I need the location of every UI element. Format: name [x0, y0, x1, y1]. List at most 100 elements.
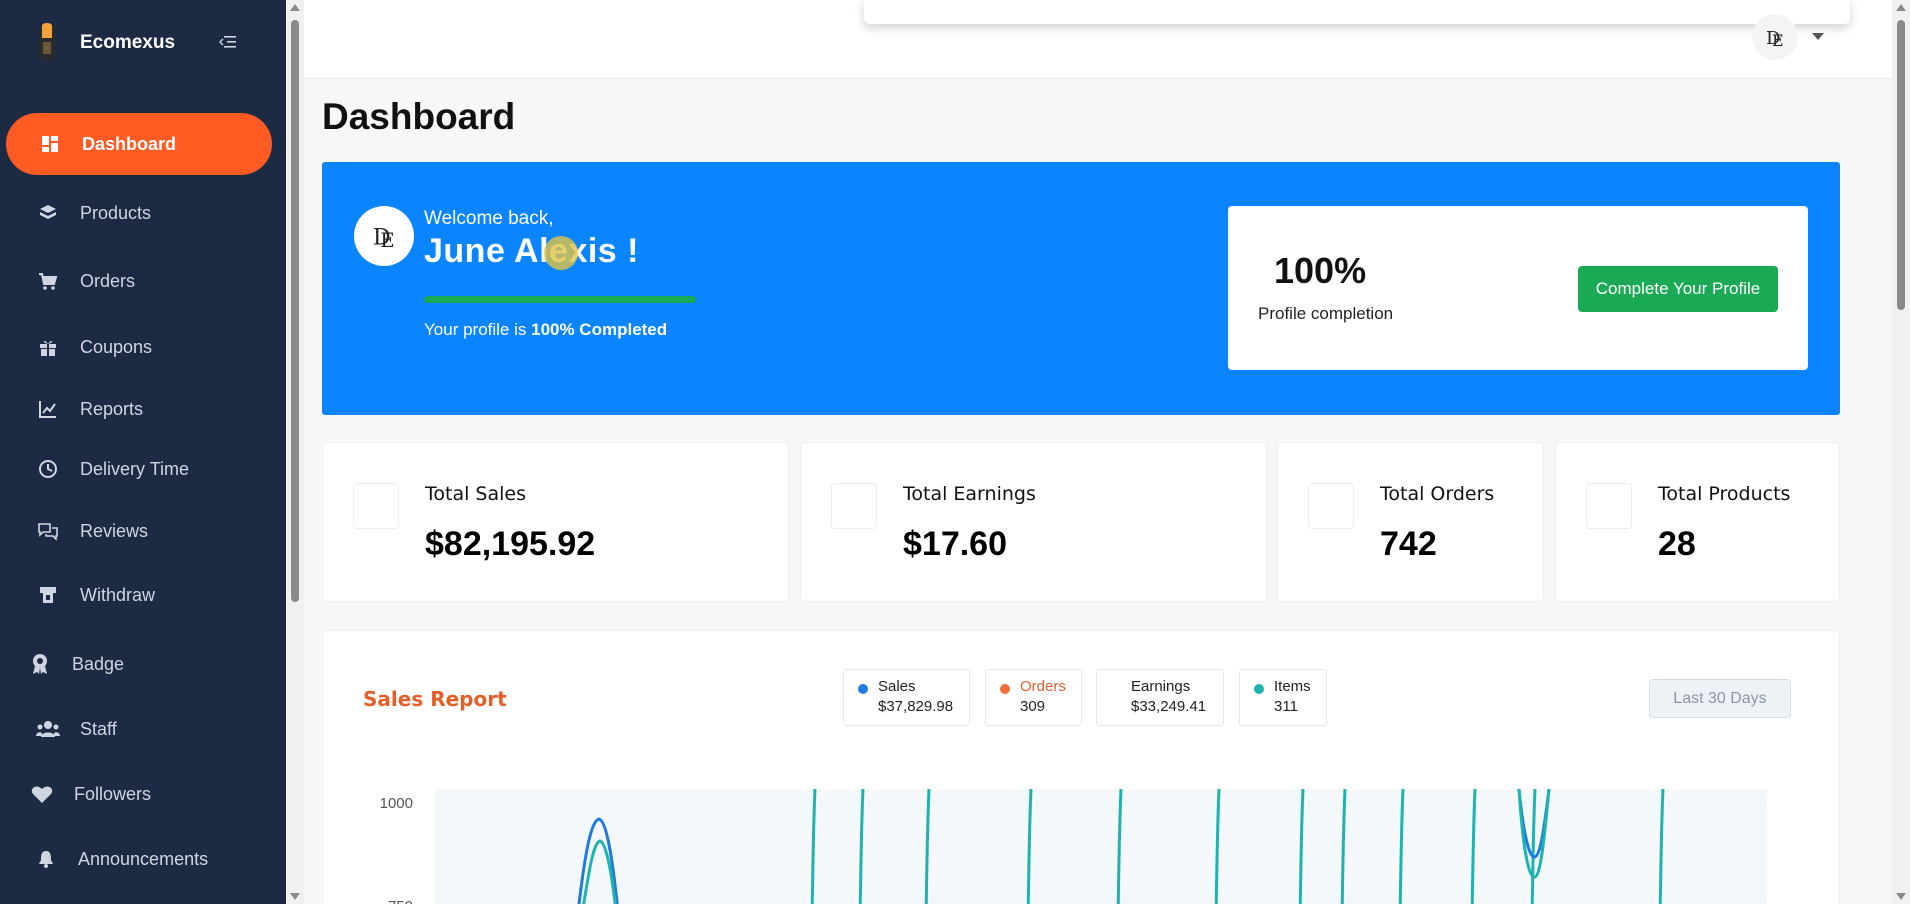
legend-sales[interactable]: Sales $37,829.98 [843, 669, 970, 726]
brand-logo-icon [39, 23, 55, 60]
date-range-button[interactable]: Last 30 Days [1649, 679, 1791, 718]
legend-value: $33,249.41 [1131, 698, 1207, 715]
stat-value: $17.60 [903, 525, 1007, 563]
profile-progress-bar [424, 296, 696, 303]
products-icon [1586, 483, 1632, 529]
profile-completion-card: 100% Profile completion Complete Your Pr… [1228, 206, 1808, 370]
sidebar-item-label: Products [80, 202, 152, 223]
scrollbar-thumb[interactable] [1897, 20, 1905, 310]
sidebar-item-badge[interactable]: Badge [6, 633, 272, 695]
profile-status-prefix: Your profile is [424, 320, 527, 339]
welcome-banner: D E Welcome back, June Alexis ! Your pro… [322, 162, 1840, 415]
stat-label: Total Orders [1380, 483, 1495, 505]
user-monogram-icon: D E [373, 225, 395, 252]
sales-icon [353, 483, 399, 529]
sidebar-item-label: Reports [80, 398, 144, 419]
mouse-cursor-highlight [544, 236, 578, 270]
profile-status: Your profile is 100% Completed [424, 320, 667, 340]
report-title: Sales Report [363, 687, 507, 711]
sidebar-scrollbar[interactable] [286, 0, 304, 904]
profile-avatar: D E [354, 206, 414, 266]
legend-value: 311 [1274, 698, 1298, 715]
sidebar-item-orders[interactable]: Orders [6, 250, 272, 312]
stat-card-total-products: Total Products 28 [1555, 442, 1840, 602]
sidebar-item-coupons[interactable]: Coupons [6, 316, 272, 378]
bell-icon [34, 847, 58, 871]
legend-earnings[interactable]: Earnings $33,249.41 [1096, 669, 1224, 726]
sidebar-item-products[interactable]: Products [6, 182, 272, 244]
cart-icon [36, 269, 60, 293]
legend-items[interactable]: Items 311 [1239, 669, 1327, 726]
sidebar-item-label: Badge [72, 653, 125, 674]
sidebar-item-label: Coupons [80, 336, 153, 357]
stat-label: Total Earnings [903, 483, 1036, 505]
stat-card-total-sales: Total Sales $82,195.92 [322, 442, 789, 602]
legend-value: 309 [1020, 698, 1046, 715]
sidebar: Ecomexus Dashboard Products Orders Coupo… [0, 0, 286, 904]
stat-label: Total Sales [425, 483, 526, 505]
sidebar-item-label: Reviews [80, 520, 149, 541]
legend-dot [1000, 684, 1010, 694]
complete-profile-button[interactable]: Complete Your Profile [1578, 266, 1778, 312]
user-monogram-icon: D E [1766, 28, 1784, 50]
award-icon [28, 652, 52, 676]
profile-status-value: 100% Completed [531, 320, 668, 339]
user-menu-caret-icon[interactable] [1812, 33, 1824, 40]
brand[interactable]: Ecomexus [34, 22, 175, 64]
sales-report-panel: 1000 750 Sales Report Sales $37,829.98 O… [322, 630, 1840, 904]
earnings-icon [831, 483, 877, 529]
chart-plot-area [435, 789, 1767, 904]
orders-icon [1308, 483, 1354, 529]
legend-name: Sales [878, 678, 916, 695]
svg-text:E: E [1772, 31, 1784, 50]
legend-dot [1111, 684, 1121, 694]
chat-icon [36, 519, 60, 543]
legend-name: Items [1274, 678, 1311, 695]
completion-percent: 100% [1274, 250, 1367, 291]
sidebar-item-dashboard[interactable]: Dashboard [6, 113, 272, 175]
sidebar-item-label: Dashboard [82, 133, 177, 154]
sidebar-item-label: Delivery Time [80, 458, 190, 479]
clock-icon [36, 457, 60, 481]
completion-label: Profile completion [1258, 304, 1394, 323]
user-avatar[interactable]: D E [1752, 14, 1798, 60]
stat-card-total-orders: Total Orders 742 [1277, 442, 1544, 602]
sidebar-item-reviews[interactable]: Reviews [6, 500, 272, 562]
stat-value: 28 [1658, 525, 1696, 563]
sidebar-item-withdraw[interactable]: Withdraw [6, 564, 272, 626]
y-tick-label: 1000 [380, 795, 413, 812]
users-icon [36, 717, 60, 741]
legend-orders[interactable]: Orders 309 [985, 669, 1082, 726]
box-icon [36, 201, 60, 225]
legend-name: Orders [1020, 678, 1066, 695]
profile-progress-fill [424, 296, 696, 303]
scroll-up-arrow-icon[interactable] [290, 4, 300, 11]
page-scrollbar[interactable] [1892, 0, 1910, 904]
svg-text:E: E [380, 229, 394, 252]
welcome-greeting: Welcome back, [424, 208, 554, 229]
scrollbar-thumb[interactable] [291, 20, 299, 602]
sidebar-item-followers[interactable]: Followers [6, 763, 272, 825]
scroll-down-arrow-icon[interactable] [1896, 893, 1906, 900]
sidebar-item-label: Followers [74, 783, 152, 804]
brand-name: Ecomexus [80, 32, 176, 53]
sidebar-item-label: Announcements [78, 848, 209, 869]
user-name: June Alexis ! [424, 232, 639, 270]
legend-name: Earnings [1131, 678, 1191, 695]
stat-label: Total Products [1658, 483, 1791, 505]
sidebar-item-staff[interactable]: Staff [6, 698, 272, 760]
sidebar-item-delivery-time[interactable]: Delivery Time [6, 438, 272, 500]
dashboard-icon [38, 132, 62, 156]
scroll-up-arrow-icon[interactable] [1896, 4, 1906, 11]
heart-icon [30, 782, 54, 806]
sidebar-item-reports[interactable]: Reports [6, 378, 272, 440]
atm-icon [36, 583, 60, 607]
sidebar-item-label: Withdraw [80, 584, 156, 605]
stat-value: $82,195.92 [425, 525, 596, 563]
collapse-menu-icon[interactable] [218, 34, 238, 50]
stat-value: 742 [1380, 525, 1437, 563]
sidebar-item-announcements[interactable]: Announcements [6, 828, 272, 890]
sidebar-item-label: Orders [80, 270, 136, 291]
scroll-down-arrow-icon[interactable] [290, 893, 300, 900]
page-title: Dashboard [322, 96, 516, 137]
